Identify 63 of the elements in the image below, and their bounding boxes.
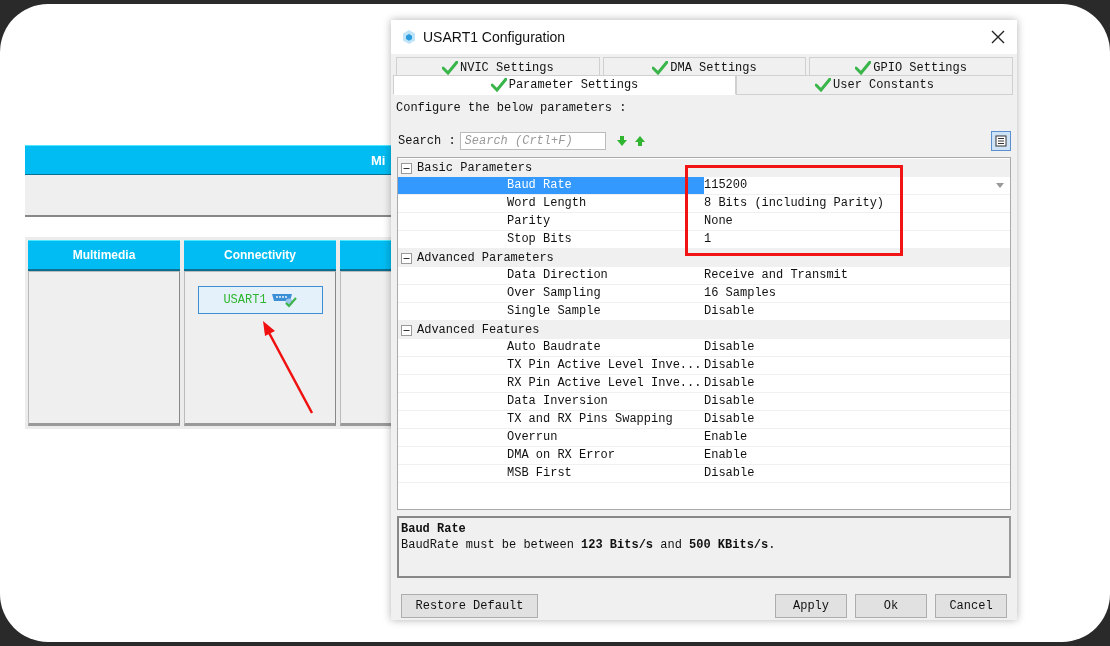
parameter-name[interactable]: Stop Bits	[398, 231, 704, 248]
dialog-button[interactable]: Cancel	[935, 594, 1007, 618]
check-icon	[652, 61, 669, 75]
search-label: Search :	[398, 134, 456, 148]
parameter-name[interactable]: Data Inversion	[398, 393, 704, 410]
dialog-button[interactable]: Restore Default	[401, 594, 538, 618]
parameter-value: Disable	[704, 411, 756, 428]
parameter-value: Enable	[704, 447, 749, 464]
window-title: USART1 Configuration	[423, 29, 566, 45]
parameter-value: 115200	[704, 177, 749, 194]
collapse-icon[interactable]	[401, 252, 412, 264]
collapse-icon[interactable]	[401, 324, 412, 336]
list-view-icon[interactable]	[991, 131, 1011, 151]
header-title: Mi	[371, 152, 386, 168]
group-label: Advanced Features	[417, 323, 540, 337]
parameter-value: Disable	[704, 375, 756, 392]
parameter-value: None	[704, 213, 734, 230]
category-header: Connectivity	[184, 240, 336, 271]
parameter-name[interactable]: Data Direction	[398, 267, 704, 284]
cube-icon	[401, 29, 417, 45]
tab[interactable]: User Constants	[736, 75, 1013, 95]
serial-port-check-icon	[270, 292, 297, 308]
parameter-value: 8 Bits (including Parity)	[704, 195, 886, 212]
parameter-name[interactable]: Over Sampling	[398, 285, 704, 302]
parameter-value: 16 Samples	[704, 285, 777, 302]
instruction-text: Configure the below parameters :	[395, 100, 628, 116]
tab[interactable]: NVIC Settings	[396, 57, 600, 75]
tab[interactable]: Parameter Settings	[393, 75, 736, 95]
parameter-value: Disable	[704, 303, 756, 320]
check-icon	[490, 78, 507, 92]
parameter-name[interactable]: RX Pin Active Level Inve...	[398, 375, 704, 392]
description-title: Baud Rate	[401, 521, 467, 537]
parameter-value: Disable	[704, 339, 756, 356]
parameter-name[interactable]: DMA on RX Error	[398, 447, 704, 464]
tab[interactable]: GPIO Settings	[809, 57, 1013, 75]
check-icon	[442, 61, 458, 75]
close-icon[interactable]	[991, 30, 1005, 44]
parameter-value: Disable	[704, 357, 756, 374]
parameter-value: Enable	[704, 429, 749, 446]
parameter-name[interactable]: Auto Baudrate	[398, 339, 704, 356]
dialog-button[interactable]: Apply	[775, 594, 847, 618]
parameter-value: 1	[704, 231, 713, 248]
parameter-name[interactable]: Parity	[398, 213, 704, 230]
parameter-name[interactable]: MSB First	[398, 465, 704, 482]
group-label: Basic Parameters	[417, 161, 533, 175]
parameter-name[interactable]: TX Pin Active Level Inve...	[398, 357, 704, 374]
tab[interactable]: DMA Settings	[602, 57, 807, 75]
search-field[interactable]: Search (Crtl+F)	[459, 132, 606, 150]
dialog-button[interactable]: Ok	[855, 594, 927, 618]
collapse-icon[interactable]	[401, 162, 412, 174]
parameter-name[interactable]: Overrun	[398, 429, 704, 446]
parameter-name[interactable]: Single Sample	[398, 303, 704, 320]
check-icon	[815, 78, 832, 92]
parameter-name[interactable]: Word Length	[398, 195, 704, 212]
description-text: BaudRate must be between 123 Bits/s and 500 KBits/s.	[401, 537, 777, 553]
group-label: Advanced Parameters	[417, 251, 554, 265]
parameter-value: Disable	[704, 393, 756, 410]
category-header: Multimedia	[28, 240, 180, 271]
parameter-value: Disable	[704, 465, 756, 482]
check-icon	[855, 61, 872, 75]
parameter-name[interactable]: TX and RX Pins Swapping	[398, 411, 704, 428]
parameter-value: Receive and Transmit	[704, 267, 850, 284]
dropdown-caret-icon[interactable]	[996, 183, 1004, 188]
